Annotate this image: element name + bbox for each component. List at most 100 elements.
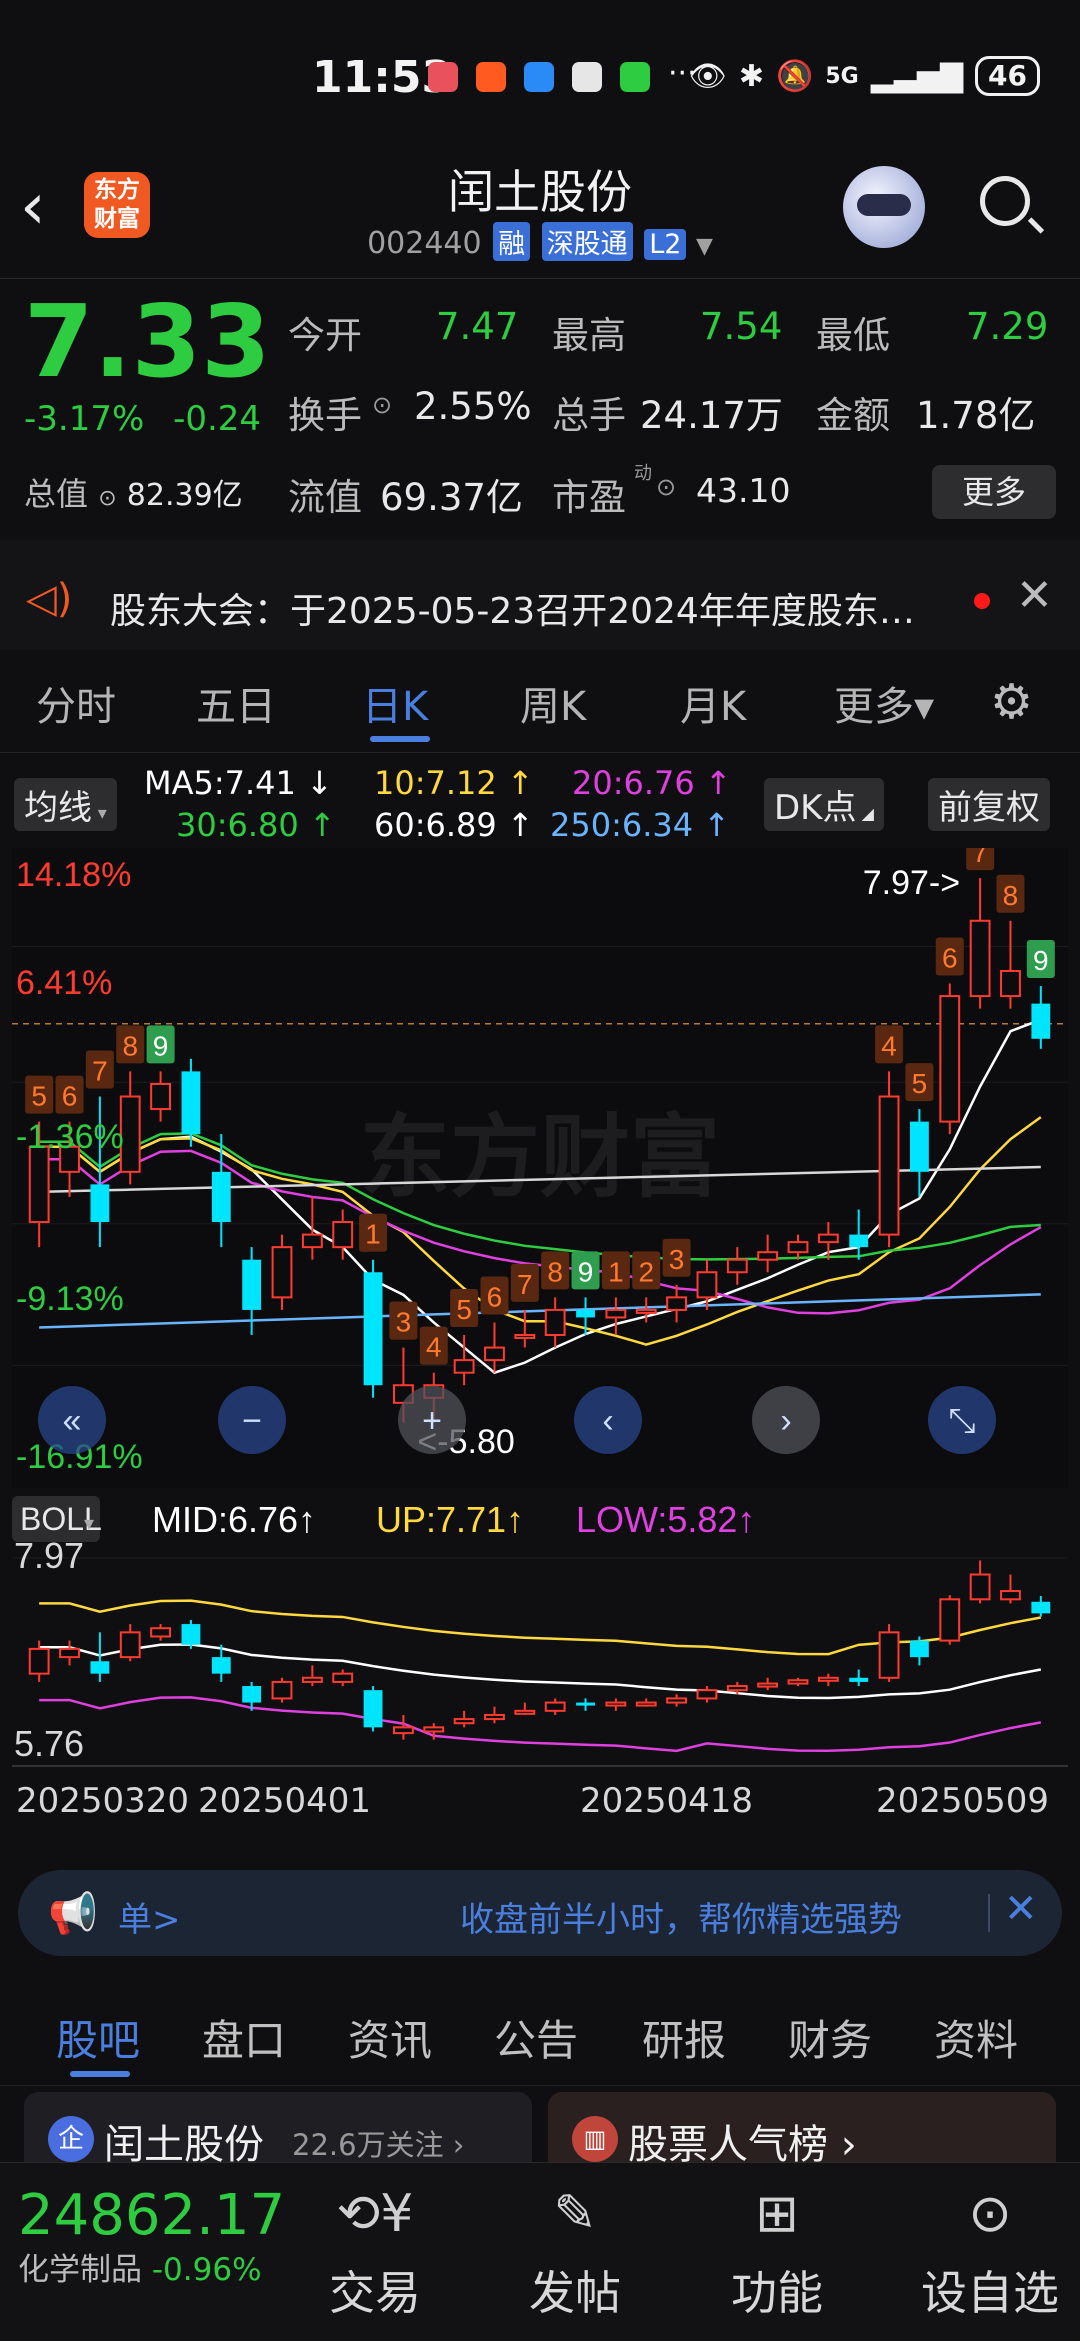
boll-candle-body (1000, 1590, 1021, 1601)
boll-candle-body (514, 1709, 536, 1715)
bluetooth-icon: ✱ (738, 58, 764, 94)
functions-label: 功能 (731, 2266, 823, 2320)
boll-candle-body (635, 1701, 657, 1707)
pct-label: -1.36% (16, 1118, 124, 1156)
post-button[interactable]: ✎ 发帖 (510, 2179, 640, 2323)
tab-weekly-k[interactable]: 周K (520, 674, 586, 732)
float-cap-value: 69.37亿 (380, 476, 523, 519)
candle-body (1000, 969, 1021, 998)
tab-five-day[interactable]: 五日 (196, 674, 276, 732)
assistant-avatar-icon[interactable] (843, 166, 925, 248)
candle-body (1031, 1003, 1051, 1039)
pe-dynamic-sup: 动 (634, 463, 652, 484)
chevron-down-icon: ▼ (696, 234, 713, 259)
more-quote-button[interactable]: 更多 (932, 465, 1056, 519)
quote-panel: 7.33 -3.17% -0.24 总值 ⊙ 82.39亿 今开 7.47 最高… (0, 278, 1080, 529)
dk-label: DK点 (774, 788, 857, 828)
add-watchlist-button[interactable]: ⊙ 设自选 (912, 2179, 1068, 2323)
total-cap-value: 82.39亿 (126, 478, 243, 513)
network-label: 5G (825, 63, 859, 89)
boll-low-line (39, 1696, 1042, 1753)
trade-button[interactable]: ⟲¥ 交易 (310, 2179, 440, 2323)
nine-turn-label: 8 (122, 1030, 138, 1061)
float-cap-label: 流值 (288, 476, 362, 519)
nine-turn-label: 5 (456, 1294, 472, 1325)
tab-more[interactable]: 更多▾ (834, 674, 934, 732)
status-bar: 11:53 ··· 👁 ✱ 🔕 5G ▂▃▅▇ 46 (0, 0, 1080, 150)
turnover-value: 2.55% (414, 385, 532, 428)
nine-turn-label: 1 (608, 1256, 624, 1287)
boll-max-label: 7.97 (14, 1535, 84, 1576)
tab-orderbook[interactable]: 盘口 (202, 2007, 286, 2068)
pct-label: 14.18% (16, 856, 131, 894)
nine-turn-label: 9 (153, 1030, 169, 1061)
functions-button[interactable]: ⊞ 功能 (712, 2179, 842, 2323)
eye-icon: 👁 (688, 58, 727, 94)
boll-candle-body (150, 1627, 171, 1638)
candle-body (939, 995, 961, 1123)
candle-body (242, 1259, 262, 1310)
volume-value: 24.17万 (640, 394, 783, 437)
status-icons: 👁 ✱ 🔕 5G ▂▃▅▇ 46 (689, 56, 1040, 96)
tab-news[interactable]: 资讯 (348, 2007, 432, 2068)
candle-body (301, 1233, 323, 1249)
change-percent: -3.17% (24, 399, 145, 439)
fullscreen-icon-glyph: ⤡ (948, 1402, 975, 1440)
battery-indicator: 46 (975, 56, 1040, 96)
tab-finance[interactable]: 财务 (788, 2007, 872, 2068)
tab-monthly-k[interactable]: 月K (680, 674, 746, 732)
search-icon[interactable] (980, 176, 1030, 226)
tab-profile[interactable]: 资料 (934, 2007, 1018, 2068)
promo-banner[interactable]: 📢 单> 收盘前半小时，帮你精选强势 ✕ (18, 1870, 1062, 1956)
boll-candle-body (90, 1661, 110, 1674)
close-icon[interactable]: ✕ (1016, 570, 1053, 621)
tab-announcements[interactable]: 公告 (494, 2007, 578, 2068)
candle-body (726, 1258, 748, 1274)
candle-body (150, 1082, 171, 1111)
nine-turn-label: 6 (942, 943, 958, 974)
amount-value: 1.78亿 (916, 394, 1036, 437)
post-label: 发帖 (529, 2266, 621, 2320)
boll-up-value: UP:7.71↑ (376, 1499, 524, 1540)
boll-mid-value: MID:6.76↑ (152, 1499, 316, 1540)
tab-daily-k[interactable]: 日K (362, 674, 428, 732)
banner-left-text: 单> (118, 1900, 181, 1940)
index-name: 化学制品 (18, 2252, 142, 2288)
candle-body (878, 1095, 900, 1236)
ma-selector-button[interactable]: 均线 ▾ (14, 778, 117, 831)
tab-research[interactable]: 研报 (642, 2007, 726, 2068)
zoom-out-icon-glyph: − (242, 1402, 262, 1440)
index-widget[interactable]: 24862.17 化学制品 -0.96% (18, 2183, 318, 2289)
tab-intraday[interactable]: 分时 (36, 674, 116, 732)
gear-icon[interactable]: ⚙ (990, 674, 1033, 730)
nine-turn-label: 9 (578, 1256, 594, 1287)
nine-turn-label: 9 (1033, 945, 1049, 976)
info-icon: ⊙ (656, 473, 677, 501)
ma60-value: 60:6.89 ↑ (374, 806, 534, 844)
ma10-value: 10:7.12 ↑ (374, 764, 534, 802)
info-icon: ⊙ (372, 391, 393, 419)
candle-body (181, 1071, 201, 1135)
total-cap-label: 总值 (24, 475, 89, 513)
close-icon[interactable]: ✕ (1004, 1886, 1038, 1932)
boll-candle-body (28, 1647, 50, 1675)
boll-candle-body (666, 1697, 687, 1704)
boll-candle-body (393, 1726, 414, 1735)
price-change: -3.17% -0.24 (24, 399, 261, 439)
enterprise-badge-icon: 企 (48, 2116, 94, 2162)
open-value: 7.47 (436, 305, 519, 348)
stock-header: ‹ 东方 财富 闰土股份 002440 融 深股通 L2 ▼ (0, 150, 1080, 275)
candlestick-chart[interactable]: 东方财富5678912345678912345678914.18%6.41%-1… (12, 848, 1068, 1848)
index-value: 24862.17 (18, 2183, 286, 2248)
wechat-icon (620, 62, 650, 92)
tab-forum[interactable]: 股吧 (56, 2007, 140, 2068)
nine-turn-label: 1 (365, 1219, 381, 1250)
bottom-bar: 24862.17 化学制品 -0.96% ⟲¥ 交易 ✎ 发帖 ⊞ 功能 ⊙ 设… (0, 2162, 1080, 2341)
dk-point-button[interactable]: DK点 ◢ (764, 778, 884, 831)
nine-turn-label: 7 (92, 1056, 108, 1087)
notice-bar[interactable]: ◁) 股东大会：于2025-05-23召开2024年年度股东… ✕ (0, 540, 1080, 650)
period-tabs: 分时 五日 日K 周K 月K 更多▾ ⚙ (0, 652, 1080, 753)
candle-body (90, 1184, 110, 1223)
price-adjust-button[interactable]: 前复权 (928, 778, 1050, 831)
boll-candle-body (271, 1680, 293, 1700)
